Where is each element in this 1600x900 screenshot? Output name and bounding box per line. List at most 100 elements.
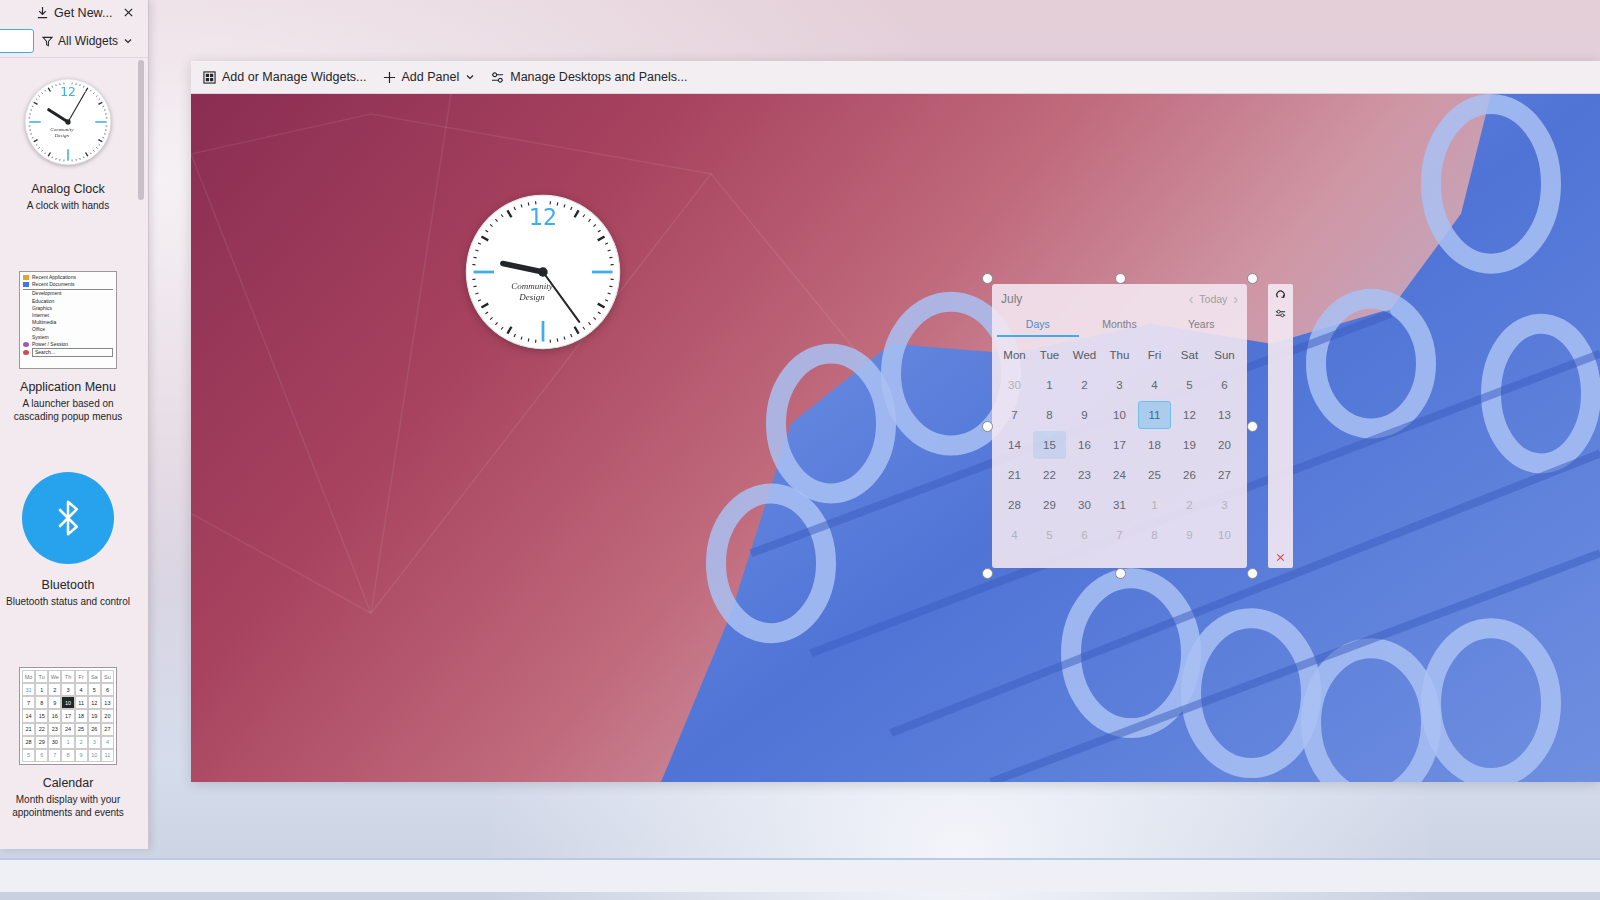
calendar-day[interactable]: 25 xyxy=(1138,461,1171,489)
calendar-day[interactable]: 29 xyxy=(1033,491,1066,519)
explorer-header: Get New... xyxy=(0,0,148,25)
calendar-day[interactable]: 23 xyxy=(1068,461,1101,489)
calendar-day[interactable]: 26 xyxy=(1173,461,1206,489)
resize-handle[interactable] xyxy=(1115,273,1126,284)
filter-button[interactable]: All Widgets xyxy=(42,34,133,48)
today-button[interactable]: Today xyxy=(1199,293,1227,305)
search-field[interactable] xyxy=(0,29,34,53)
analog-clock: 12 Community Design xyxy=(464,193,622,351)
calendar-day[interactable]: 28 xyxy=(998,491,1031,519)
calendar-day[interactable]: 22 xyxy=(1033,461,1066,489)
widget-item[interactable]: 12 Community Design Analog Clock A clock… xyxy=(0,58,136,256)
calendar-day[interactable]: 8 xyxy=(1138,521,1171,549)
resize-handle[interactable] xyxy=(982,421,993,432)
calendar-day[interactable]: 18 xyxy=(1138,431,1171,459)
toolbar-button-label: Add or Manage Widgets... xyxy=(222,70,367,84)
calendar-day[interactable]: 14 xyxy=(998,431,1031,459)
resize-handle[interactable] xyxy=(1247,273,1258,284)
desktop-preview: 12 Community Design July ‹ Today › DaysM… xyxy=(191,94,1600,782)
menu-preview-entry: Power / Session xyxy=(23,341,113,348)
previous-button[interactable]: ‹ xyxy=(1189,291,1194,307)
calendar-day[interactable]: 24 xyxy=(1103,461,1136,489)
calendar-day[interactable]: 5 xyxy=(1033,521,1066,549)
menu-preview: Recent Applications Recent Documents Dev… xyxy=(19,271,117,369)
toolbar-button[interactable]: Manage Desktops and Panels... xyxy=(485,66,693,88)
calendar-day[interactable]: 20 xyxy=(1208,431,1241,459)
calendar-day[interactable]: 15 xyxy=(1033,431,1066,459)
calendar-day[interactable]: 7 xyxy=(1103,521,1136,549)
calendar-day[interactable]: 30 xyxy=(998,371,1031,399)
toolbar-button[interactable]: Add or Manage Widgets... xyxy=(197,66,373,88)
weekday-label: Fri xyxy=(1137,340,1172,370)
widget-item[interactable]: Bluetooth Bluetooth status and control xyxy=(0,454,136,652)
scrollbar[interactable] xyxy=(138,60,144,849)
calendar-day[interactable]: 1 xyxy=(1033,371,1066,399)
calendar-day[interactable]: 3 xyxy=(1103,371,1136,399)
calendar-day[interactable]: 4 xyxy=(1138,371,1171,399)
calendar-day[interactable]: 17 xyxy=(1103,431,1136,459)
calendar-day[interactable]: 1 xyxy=(1138,491,1171,519)
next-button[interactable]: › xyxy=(1233,291,1238,307)
calendar-day[interactable]: 16 xyxy=(1068,431,1101,459)
calendar-day[interactable]: 5 xyxy=(1173,371,1206,399)
resize-handle[interactable] xyxy=(982,273,993,284)
widget-item[interactable]: Recent Applications Recent Documents Dev… xyxy=(0,256,136,454)
calendar-day[interactable]: 30 xyxy=(1068,491,1101,519)
calendar-day[interactable]: 10 xyxy=(1103,401,1136,429)
calendar-day[interactable]: 31 xyxy=(1103,491,1136,519)
weekday-label: Tue xyxy=(1032,340,1067,370)
calendar-day[interactable]: 2 xyxy=(1173,491,1206,519)
widget-description: Month display with your appointments and… xyxy=(0,794,136,819)
explorer-search-row: All Widgets xyxy=(0,25,148,57)
calendar-day[interactable]: 6 xyxy=(1068,521,1101,549)
analog-clock: 12 Community Design xyxy=(24,78,112,166)
widget-thumbnail: Recent Applications Recent Documents Dev… xyxy=(16,268,120,372)
calendar-nav: ‹ Today › xyxy=(1189,291,1238,307)
resize-handle[interactable] xyxy=(1115,568,1126,579)
menu-preview-entry: Recent Documents xyxy=(23,281,113,288)
chevron-down-icon xyxy=(123,36,133,46)
calendar-tab[interactable]: Months xyxy=(1079,315,1161,337)
calendar-day[interactable]: 11 xyxy=(1138,401,1171,429)
calendar-day[interactable]: 6 xyxy=(1208,371,1241,399)
calendar-tab[interactable]: Years xyxy=(1160,315,1242,337)
scrollbar-thumb[interactable] xyxy=(138,60,144,200)
calendar-day[interactable]: 27 xyxy=(1208,461,1241,489)
close-icon[interactable] xyxy=(123,7,134,18)
menu-preview-entry: Graphics xyxy=(23,305,113,312)
clock-face-icon: 12 xyxy=(464,193,622,351)
settings-icon[interactable] xyxy=(1275,308,1286,319)
bottom-panel xyxy=(0,858,1600,892)
calendar-day[interactable]: 8 xyxy=(1033,401,1066,429)
bluetooth-icon xyxy=(22,472,114,564)
calendar-day[interactable]: 9 xyxy=(1068,401,1101,429)
calendar-day[interactable]: 9 xyxy=(1173,521,1206,549)
calendar-day[interactable]: 21 xyxy=(998,461,1031,489)
calendar-day[interactable]: 4 xyxy=(998,521,1031,549)
menu-preview-search: Search... xyxy=(23,348,113,357)
calendar-day[interactable]: 10 xyxy=(1208,521,1241,549)
widget-item[interactable]: MoTuWeThFrSaSu 3112345678910111213141516… xyxy=(0,652,136,849)
calendar-tab[interactable]: Days xyxy=(997,315,1079,337)
weekday-label: Sat xyxy=(1172,340,1207,370)
clock-face-icon: 12 xyxy=(24,78,112,166)
calendar-day[interactable]: 2 xyxy=(1068,371,1101,399)
get-new-label: Get New... xyxy=(54,6,112,20)
sliders-icon xyxy=(491,71,504,84)
widget-thumbnail: MoTuWeThFrSaSu 3112345678910111213141516… xyxy=(16,664,120,768)
clock-brand: Community Design xyxy=(47,127,76,139)
calendar-day[interactable]: 7 xyxy=(998,401,1031,429)
calendar-day[interactable]: 12 xyxy=(1173,401,1206,429)
weekday-label: Sun xyxy=(1207,340,1242,370)
resize-handle[interactable] xyxy=(1247,421,1258,432)
resize-handle[interactable] xyxy=(1247,568,1258,579)
get-new-button[interactable]: Get New... xyxy=(36,6,112,20)
resize-handle[interactable] xyxy=(982,568,993,579)
rotate-icon[interactable] xyxy=(1275,289,1286,300)
remove-icon[interactable] xyxy=(1275,552,1286,563)
calendar-day[interactable]: 13 xyxy=(1208,401,1241,429)
toolbar-button[interactable]: Add Panel xyxy=(377,66,482,88)
calendar-day[interactable]: 19 xyxy=(1173,431,1206,459)
calendar-day[interactable]: 3 xyxy=(1208,491,1241,519)
clock-numeral: 12 xyxy=(529,204,557,230)
